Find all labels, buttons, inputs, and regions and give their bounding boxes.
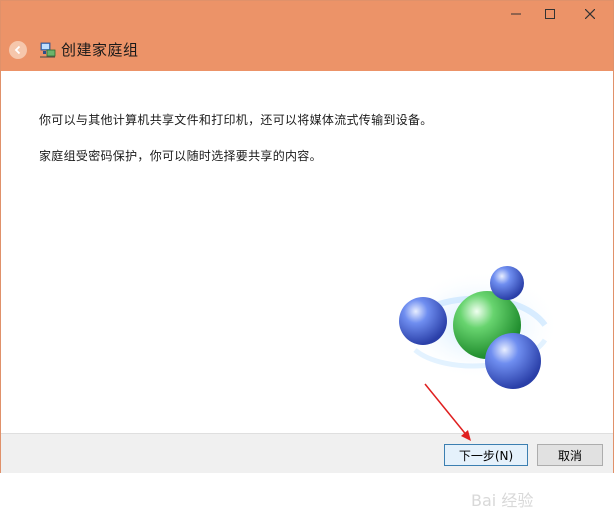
maximize-icon <box>545 9 555 19</box>
homegroup-window: 创建家庭组 你可以与其他计算机共享文件和打印机，还可以将媒体流式传输到设备。 家… <box>0 0 614 510</box>
window-controls <box>499 1 613 29</box>
cancel-button[interactable]: 取消 <box>537 444 603 466</box>
homegroup-icon <box>40 42 56 58</box>
footer-bar: 下一步(N) 取消 <box>1 433 613 473</box>
minimize-icon <box>511 13 521 15</box>
back-button[interactable] <box>9 41 27 59</box>
title-bar: 创建家庭组 <box>1 1 613 71</box>
description-text-1: 你可以与其他计算机共享文件和打印机，还可以将媒体流式传输到设备。 <box>39 113 433 127</box>
next-button[interactable]: 下一步(N) <box>444 444 528 466</box>
content-area: 你可以与其他计算机共享文件和打印机，还可以将媒体流式传输到设备。 家庭组受密码保… <box>1 71 613 510</box>
homegroup-spheres-icon <box>399 266 555 389</box>
window-title: 创建家庭组 <box>61 41 139 59</box>
close-icon <box>585 9 595 19</box>
close-button[interactable] <box>567 1 613 27</box>
baidu-watermark: Bai 经验 <box>471 491 534 510</box>
minimize-button[interactable] <box>499 1 533 27</box>
description-text-2: 家庭组受密码保护，你可以随时选择要共享的内容。 <box>39 149 322 163</box>
back-arrow-icon <box>14 45 21 55</box>
maximize-button[interactable] <box>533 1 567 27</box>
